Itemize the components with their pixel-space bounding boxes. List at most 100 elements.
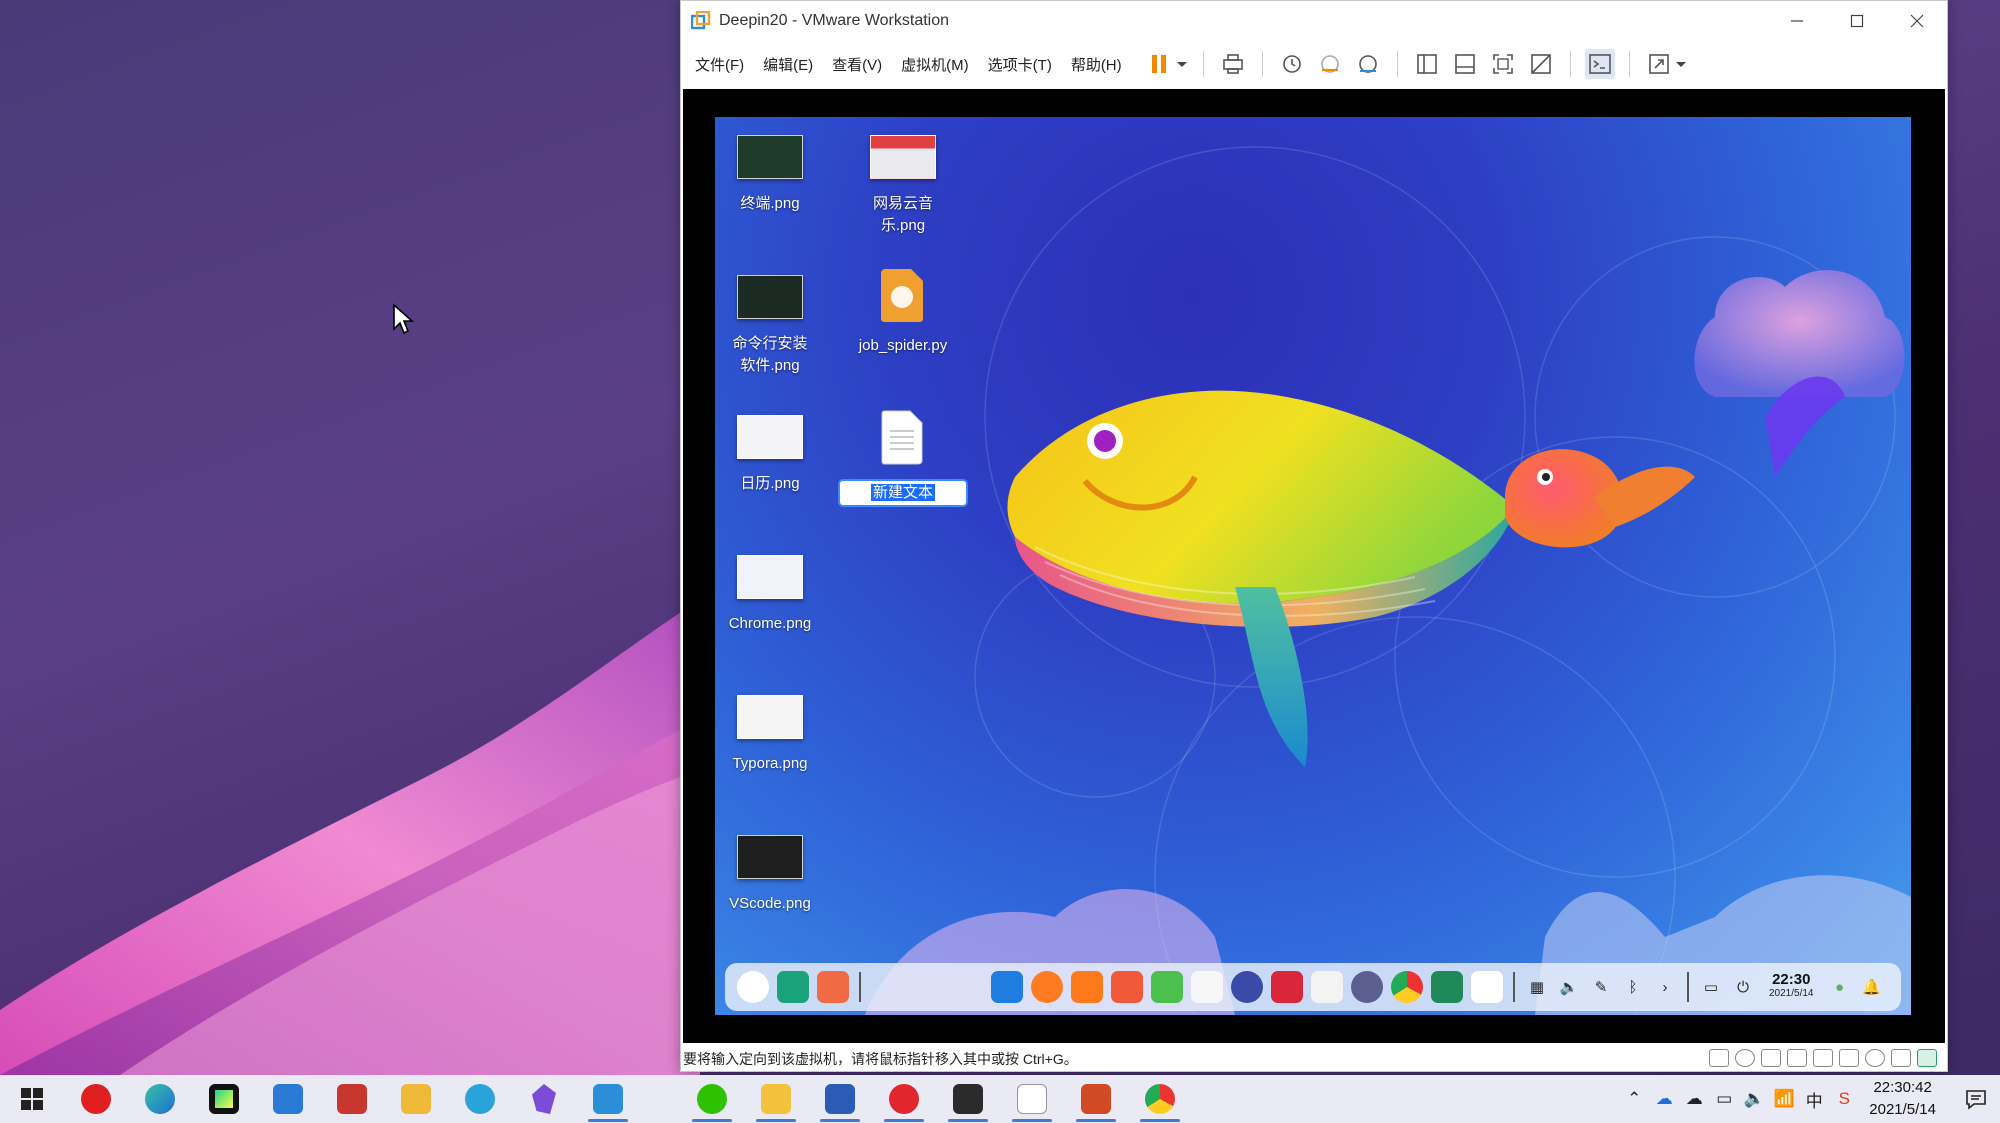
desktop-icon[interactable]: job_spider.py	[848, 267, 958, 357]
dock-app-camera[interactable]	[1351, 971, 1383, 1003]
chevron-right-icon[interactable]: ›	[1654, 976, 1676, 998]
dock-app-installer[interactable]	[1431, 971, 1463, 1003]
wifi-icon[interactable]: 📶	[1772, 1087, 1796, 1111]
message-log-icon[interactable]	[1917, 1049, 1937, 1067]
taskbar-app-obsidian[interactable]	[512, 1075, 576, 1123]
stretch-button[interactable]	[1644, 49, 1674, 79]
menu-file[interactable]: 文件(F)	[695, 54, 744, 75]
dock-app-app-store[interactable]	[817, 971, 849, 1003]
usb-icon[interactable]	[1787, 1049, 1807, 1067]
rename-input[interactable]: 新建文本	[838, 479, 968, 507]
taskbar-app-telegram[interactable]	[448, 1075, 512, 1123]
pause-button[interactable]	[1145, 49, 1175, 79]
printer-icon[interactable]	[1813, 1049, 1833, 1067]
stretch-dropdown-button[interactable]	[1674, 49, 1688, 79]
send-ctrl-alt-del-button[interactable]	[1218, 49, 1248, 79]
dock-app-launcher[interactable]	[737, 971, 769, 1003]
taskbar-app-huawei-pc-manager[interactable]	[64, 1075, 128, 1123]
dock-app-deepin-store[interactable]	[1071, 971, 1103, 1003]
onedrive-icon[interactable]: ☁	[1652, 1087, 1676, 1111]
dock-app-firefox[interactable]	[1031, 971, 1063, 1003]
taskbar-app-typora[interactable]	[1000, 1075, 1064, 1123]
cloud-icon[interactable]: ☁	[1682, 1087, 1706, 1111]
notification-bell-icon[interactable]: 🔔	[1861, 976, 1883, 998]
menu-vm[interactable]: 虚拟机(M)	[901, 54, 969, 75]
desktop-icon[interactable]: 网易云音乐.png	[848, 135, 958, 237]
fullscreen-button[interactable]	[1488, 49, 1518, 79]
taskbar-app-netease-music[interactable]	[872, 1075, 936, 1123]
bluetooth-icon[interactable]: ᛒ	[1622, 976, 1644, 998]
network-adapter-icon[interactable]	[1761, 1049, 1781, 1067]
taskbar-app-zotero[interactable]	[320, 1075, 384, 1123]
chevron-up-icon[interactable]: ⌃	[1622, 1087, 1646, 1111]
desktop-icon-renaming[interactable]: 新建文本	[838, 409, 968, 507]
dock-app-chrome[interactable]	[1391, 971, 1423, 1003]
snapshot-button[interactable]	[1277, 49, 1307, 79]
taskbar-app-chrome[interactable]	[1128, 1075, 1192, 1123]
hard-disk-icon[interactable]	[1709, 1049, 1729, 1067]
taskbar-app-word[interactable]	[808, 1075, 872, 1123]
taskbar-clock[interactable]: 22:30:42 2021/5/14	[1869, 1077, 1936, 1121]
display-icon[interactable]	[1891, 1049, 1911, 1067]
desktop-icon[interactable]: VScode.png	[715, 835, 825, 915]
dock-app-typora[interactable]	[1471, 971, 1503, 1003]
dock-clock[interactable]: 22:30 2021/5/14	[1769, 972, 1814, 1001]
pen-icon[interactable]: ✎	[1590, 976, 1612, 998]
library-view-button[interactable]	[1412, 49, 1442, 79]
power-icon[interactable]: ⏻	[1732, 976, 1754, 998]
guest-desktop[interactable]: 终端.png 网易云音乐.png 命令行安装软件.png job_spider.…	[715, 117, 1911, 1015]
pause-dropdown-button[interactable]	[1175, 49, 1189, 79]
taskbar-app-vscode[interactable]	[256, 1075, 320, 1123]
camera-icon[interactable]	[1865, 1049, 1885, 1067]
thumbnail-view-button[interactable]	[1450, 49, 1480, 79]
shutdown-icon[interactable]: ▭	[1700, 976, 1722, 998]
desktop-icon[interactable]: 终端.png	[715, 135, 825, 215]
taskbar-app-wechat[interactable]	[680, 1075, 744, 1123]
notification-center-button[interactable]	[1952, 1075, 2000, 1123]
taskbar-app-edge[interactable]	[128, 1075, 192, 1123]
sogou-icon[interactable]: S	[1832, 1087, 1856, 1111]
dock-app-control-center[interactable]	[1231, 971, 1263, 1003]
desktop-icon[interactable]: Chrome.png	[715, 555, 825, 635]
desktop-icon[interactable]: 命令行安装软件.png	[715, 275, 825, 377]
input-method-icon[interactable]: ●	[1829, 976, 1851, 998]
minimize-button[interactable]	[1767, 1, 1827, 41]
taskbar-app-powerpoint[interactable]	[1064, 1075, 1128, 1123]
cd-drive-icon[interactable]	[1735, 1049, 1755, 1067]
taskbar-app-folder[interactable]	[384, 1075, 448, 1123]
menu-help[interactable]: 帮助(H)	[1071, 54, 1122, 75]
sound-icon[interactable]	[1839, 1049, 1859, 1067]
desktop-icon[interactable]: 日历.png	[715, 415, 825, 495]
desktop-icon[interactable]: Typora.png	[715, 695, 825, 775]
taskbar-app-vmware[interactable]	[576, 1075, 640, 1123]
volume-icon[interactable]: 🔈	[1558, 976, 1580, 998]
battery-icon[interactable]: ▭	[1712, 1087, 1736, 1111]
dock-app-multitask-view[interactable]	[777, 971, 809, 1003]
unity-button[interactable]	[1526, 49, 1556, 79]
menu-view[interactable]: 查看(V)	[832, 54, 882, 75]
taskbar-app-file-explorer[interactable]	[744, 1075, 808, 1123]
close-button[interactable]	[1887, 1, 1947, 41]
vmware-titlebar[interactable]: Deepin20 - VMware Workstation	[681, 1, 1947, 41]
start-button[interactable]	[0, 1075, 64, 1123]
dock-app-text-editor[interactable]	[1311, 971, 1343, 1003]
dock-app-terminal[interactable]	[1271, 971, 1303, 1003]
volume-icon[interactable]: 🔈	[1742, 1087, 1766, 1111]
revert-snapshot-button[interactable]	[1315, 49, 1345, 79]
snapshot-manager-button[interactable]	[1353, 49, 1383, 79]
dock-app-image-viewer[interactable]	[1111, 971, 1143, 1003]
input-method-icon[interactable]: 中	[1802, 1087, 1826, 1111]
maximize-button[interactable]	[1827, 1, 1887, 41]
dock-app-music[interactable]	[1151, 971, 1183, 1003]
taskbar-app-terminal[interactable]	[936, 1075, 1000, 1123]
dock-app-calendar[interactable]	[1191, 971, 1223, 1003]
taskbar-app-pycharm[interactable]	[192, 1075, 256, 1123]
menu-edit[interactable]: 编辑(E)	[763, 54, 813, 75]
keyboard-layout-icon[interactable]: ▦	[1526, 976, 1548, 998]
console-view-button[interactable]	[1584, 49, 1615, 79]
menu-tabs[interactable]: 选项卡(T)	[988, 54, 1052, 75]
desktop-icon-label: 网易云音乐.png	[872, 195, 933, 234]
vmware-window[interactable]: Deepin20 - VMware Workstation 文件(F) 编辑(E…	[680, 0, 1948, 1072]
dock-app-file-manager[interactable]	[991, 971, 1023, 1003]
vm-display[interactable]: 终端.png 网易云音乐.png 命令行安装软件.png job_spider.…	[683, 89, 1945, 1043]
